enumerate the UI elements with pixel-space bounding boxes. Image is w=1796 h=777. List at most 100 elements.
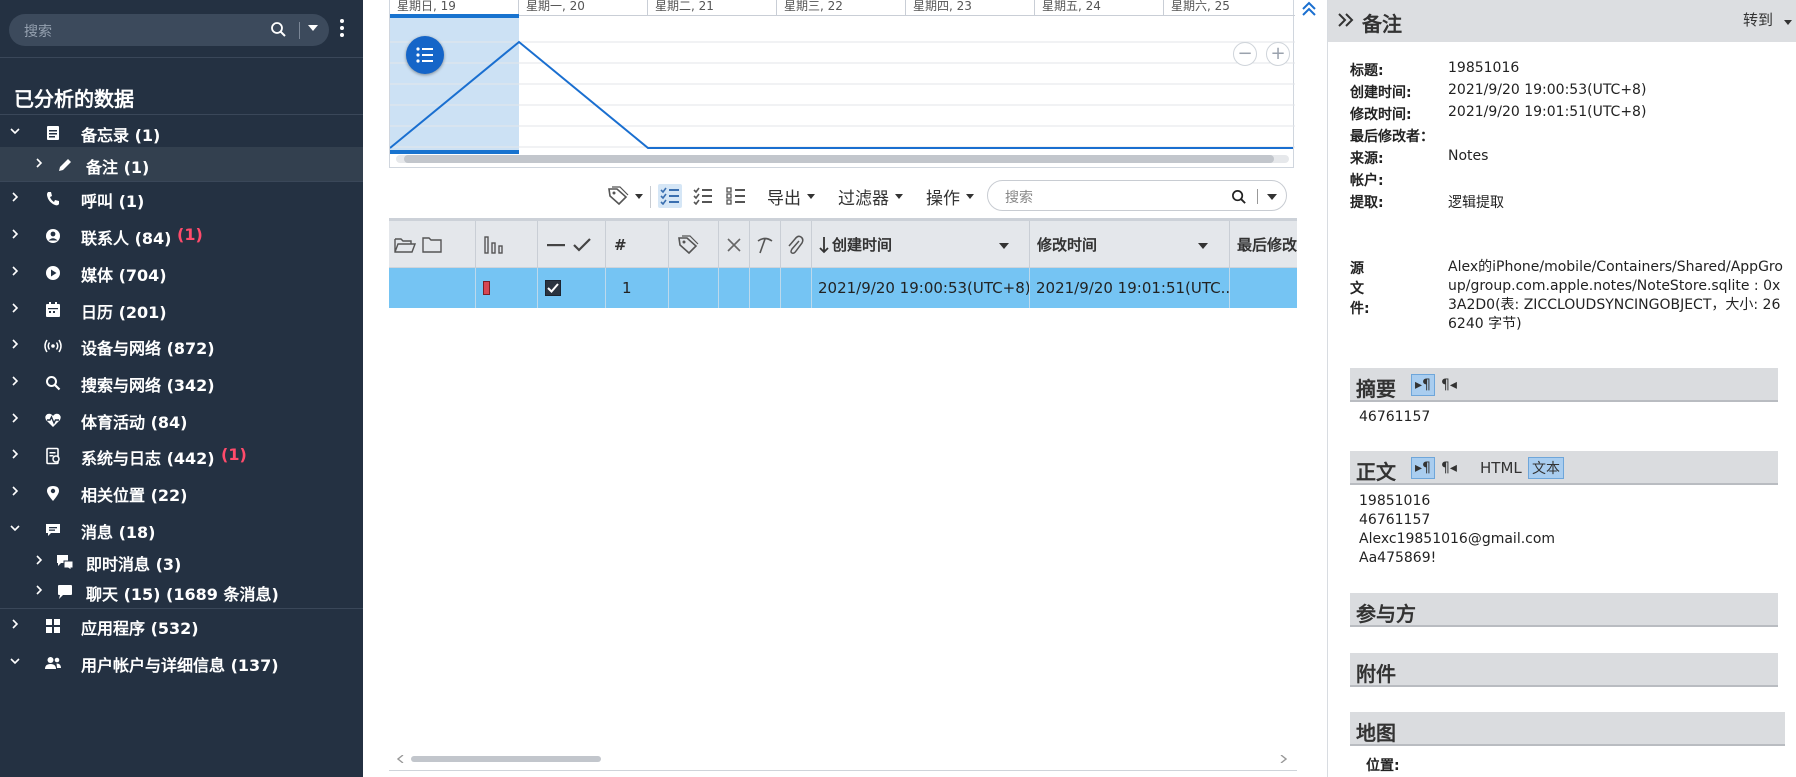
- chevron-right-icon[interactable]: [10, 376, 20, 386]
- attachments-section-header[interactable]: 附件: [1350, 653, 1778, 687]
- chevron-right-icon[interactable]: [10, 486, 20, 496]
- col-check[interactable]: [538, 221, 606, 268]
- tag-dropdown[interactable]: [607, 184, 643, 208]
- detail-field-value[interactable]: 19851016: [1448, 60, 1519, 76]
- summary-section-header[interactable]: 摘要 ▸¶ ¶◂: [1350, 368, 1778, 402]
- uncheck-all-button[interactable]: [726, 184, 746, 208]
- chevron-right-icon[interactable]: [10, 413, 20, 423]
- grid-horizontal-scrollbar[interactable]: [397, 754, 1287, 764]
- timeline-scrollbar[interactable]: [396, 155, 1289, 163]
- sidebar-item[interactable]: 用户帐户与详细信息 (137): [0, 645, 363, 679]
- chevron-right-icon[interactable]: [34, 158, 44, 168]
- chevron-right-icon[interactable]: [10, 303, 20, 313]
- caret-down-icon[interactable]: [999, 243, 1009, 249]
- detail-field-value[interactable]: Notes: [1448, 148, 1488, 164]
- table-row[interactable]: 1 2021/9/20 19:00:53(UTC+8) 2021/9/20 19…: [389, 268, 1297, 308]
- sidebar-item[interactable]: 日历 (201): [0, 292, 363, 326]
- sidebar-item[interactable]: 体育活动 (84): [0, 402, 363, 436]
- grid-search-input[interactable]: 搜索: [987, 180, 1287, 211]
- ltr-direction-button[interactable]: ▸¶: [1411, 457, 1435, 479]
- checkbox-cell[interactable]: [538, 268, 606, 308]
- col-tag[interactable]: [669, 221, 719, 268]
- sidebar-item[interactable]: 应用程序 (532): [0, 608, 363, 642]
- timeline-gridlines: [390, 41, 1295, 148]
- actions-menu[interactable]: 操作: [926, 184, 974, 209]
- sidebar-item[interactable]: 呼叫 (1): [0, 181, 363, 215]
- grid-scroll-thumb[interactable]: [411, 756, 601, 762]
- sidebar-item[interactable]: 相关位置 (22): [0, 475, 363, 509]
- dropdown-arrow-icon[interactable]: [307, 23, 319, 33]
- filter-menu[interactable]: 过滤器: [838, 184, 903, 209]
- rtl-direction-button[interactable]: ¶◂: [1438, 457, 1460, 479]
- caret-down-icon[interactable]: [1198, 243, 1208, 249]
- col-carved[interactable]: [750, 221, 781, 268]
- chevron-right-icon[interactable]: [34, 585, 44, 595]
- participants-section-header[interactable]: 参与方: [1350, 593, 1778, 627]
- sidebar-item[interactable]: 即时消息 (3): [0, 544, 363, 578]
- calendar-icon: [43, 300, 63, 320]
- col-number-label: #: [614, 235, 627, 254]
- chevron-down-icon[interactable]: [10, 523, 20, 533]
- sidebar-item[interactable]: 搜索与网络 (342): [0, 365, 363, 399]
- sidebar-item[interactable]: 设备与网络 (872): [0, 328, 363, 362]
- search-icon[interactable]: [270, 21, 287, 38]
- rtl-direction-button[interactable]: ¶◂: [1438, 374, 1460, 396]
- sidebar-item[interactable]: 备忘录 (1): [0, 115, 363, 149]
- sidebar-item[interactable]: 备注 (1): [0, 147, 363, 181]
- scroll-right-icon[interactable]: [1279, 755, 1287, 763]
- detail-field-value[interactable]: 逻辑提取: [1448, 192, 1504, 212]
- check-all-button[interactable]: [693, 184, 713, 208]
- collapse-panel-icon[interactable]: [1337, 12, 1355, 28]
- search-icon[interactable]: [1231, 189, 1247, 205]
- export-menu[interactable]: 导出: [767, 184, 815, 209]
- chevron-down-icon[interactable]: [10, 126, 20, 136]
- list-toggle-button[interactable]: [406, 36, 444, 74]
- sidebar-item[interactable]: 媒体 (704): [0, 255, 363, 289]
- grid-header: # 创建时间 修改时间 最后修改: [389, 218, 1297, 268]
- timeline-panel[interactable]: 星期日, 19 星期一, 20 星期二, 21 星期三, 22 星期四, 23 星期五, …: [389, 0, 1295, 168]
- sidebar-search-input[interactable]: 搜索: [9, 14, 329, 46]
- col-number[interactable]: #: [606, 221, 669, 268]
- chevron-right-icon[interactable]: [10, 192, 20, 202]
- sidebar-item-label: 备忘录 (1): [81, 126, 161, 145]
- col-last-modified-by[interactable]: 最后修改: [1230, 221, 1297, 268]
- zoom-in-button[interactable]: +: [1266, 42, 1290, 66]
- scroll-left-icon[interactable]: [397, 755, 405, 763]
- detail-field-value[interactable]: 2021/9/20 19:01:51(UTC+8): [1448, 104, 1646, 120]
- timeline-selection-bottom: [390, 150, 519, 154]
- col-created-time[interactable]: 创建时间: [812, 221, 1030, 268]
- dropdown-arrow-icon[interactable]: [1266, 193, 1278, 201]
- chevron-right-icon[interactable]: [10, 266, 20, 276]
- col-chart[interactable]: [476, 221, 538, 268]
- chevron-right-icon[interactable]: [10, 619, 20, 629]
- detail-field-value[interactable]: 2021/9/20 19:00:53(UTC+8): [1448, 82, 1646, 98]
- search-icon: [43, 373, 63, 393]
- checkbox-checked-icon[interactable]: [545, 280, 561, 296]
- goto-menu[interactable]: 转到: [1743, 9, 1792, 30]
- body-section-header[interactable]: 正文 ▸¶ ¶◂ HTML 文本: [1350, 451, 1778, 485]
- source-file-value[interactable]: Alex的iPhone/mobile/Containers/Shared/App…: [1448, 258, 1783, 334]
- sidebar-item[interactable]: 聊天 (15) (1689 条消息): [0, 574, 363, 608]
- map-title: 地图: [1356, 721, 1396, 745]
- zoom-out-button[interactable]: −: [1233, 42, 1257, 66]
- sidebar-item[interactable]: 联系人 (84) (1): [0, 218, 363, 252]
- chevron-right-icon[interactable]: [10, 339, 20, 349]
- col-folder[interactable]: [389, 221, 476, 268]
- more-options-icon[interactable]: [340, 19, 344, 40]
- chevron-right-icon[interactable]: [34, 555, 44, 565]
- col-deleted[interactable]: [719, 221, 750, 268]
- checked-list-view-button[interactable]: [658, 184, 682, 208]
- chevron-down-icon[interactable]: [10, 656, 20, 666]
- col-modified-time[interactable]: 修改时间: [1030, 221, 1230, 268]
- html-view-button[interactable]: HTML: [1477, 457, 1525, 479]
- collapse-up-icon[interactable]: [1301, 0, 1317, 18]
- sidebar-item[interactable]: 消息 (18): [0, 512, 363, 546]
- chevron-right-icon[interactable]: [10, 229, 20, 239]
- timeline-scroll-thumb[interactable]: [404, 155, 1274, 163]
- text-view-button[interactable]: 文本: [1528, 457, 1564, 479]
- ltr-direction-button[interactable]: ▸¶: [1411, 374, 1435, 396]
- map-section-header[interactable]: 地图: [1350, 712, 1785, 746]
- col-attachment[interactable]: [781, 221, 812, 268]
- chevron-right-icon[interactable]: [10, 449, 20, 459]
- sidebar-item[interactable]: 系统与日志 (442) (1): [0, 438, 363, 472]
